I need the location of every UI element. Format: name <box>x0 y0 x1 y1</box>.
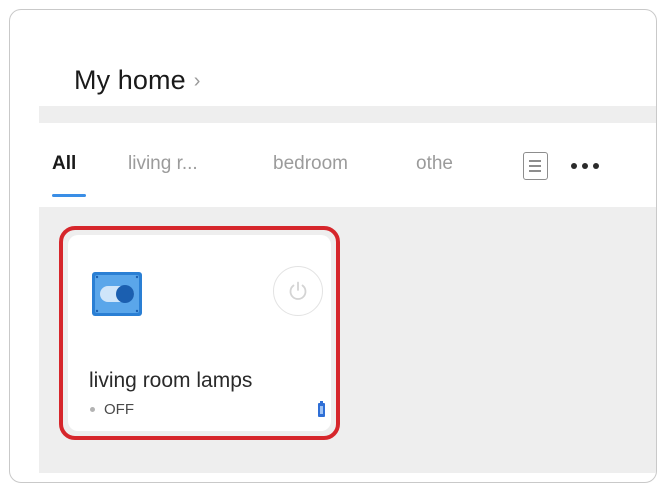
active-tab-indicator <box>52 194 86 197</box>
device-card[interactable]: living room lamps OFF <box>68 235 331 431</box>
app-window: My home › All living r... bedroom othe l… <box>9 9 657 483</box>
device-name: living room lamps <box>89 369 253 392</box>
content-panel: All living r... bedroom othe living room… <box>39 106 656 473</box>
tab-all[interactable]: All <box>52 153 76 175</box>
status-text: OFF <box>104 401 134 418</box>
battery-icon <box>318 401 325 417</box>
tab-bedroom[interactable]: bedroom <box>273 153 348 175</box>
power-button[interactable] <box>273 266 323 316</box>
status-dot <box>90 407 95 412</box>
tab-other[interactable]: othe <box>416 153 476 175</box>
more-options-icon[interactable] <box>571 163 599 169</box>
device-status: OFF <box>90 401 134 418</box>
page-title: My home <box>74 64 186 95</box>
home-header[interactable]: My home › <box>74 62 200 98</box>
tab-living-room[interactable]: living r... <box>128 153 198 175</box>
room-tabs: All living r... bedroom othe <box>39 123 656 207</box>
switch-icon <box>92 272 142 316</box>
power-icon <box>289 281 307 300</box>
list-icon[interactable] <box>523 152 548 180</box>
chevron-right-icon: › <box>193 69 201 92</box>
